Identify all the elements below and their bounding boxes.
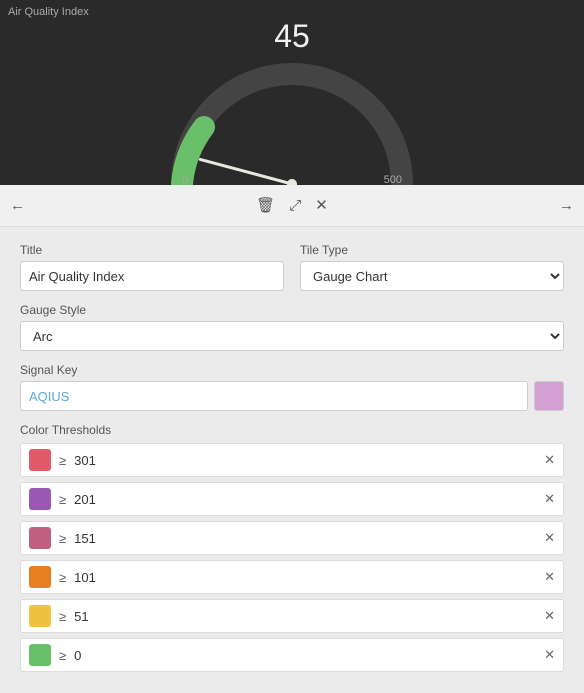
threshold-value-5[interactable] [74, 648, 536, 663]
threshold-value-4[interactable] [74, 609, 536, 624]
signal-key-input[interactable] [20, 381, 528, 411]
threshold-value-1[interactable] [74, 492, 536, 507]
threshold-value-0[interactable] [74, 453, 536, 468]
gauge-container: 0 500 [162, 59, 422, 186]
gauge-style-group: Gauge Style Arc Radial Linear [20, 303, 564, 351]
color-thresholds-section: Color Thresholds ≥ ✕ ≥ ✕ ≥ ✕ ≥ ✕ [20, 423, 564, 672]
back-arrow-icon[interactable]: ← [10, 197, 25, 214]
tile-type-select[interactable]: Gauge Chart Line Chart Bar Chart Pie Cha… [300, 261, 564, 291]
threshold-gte-4: ≥ [59, 609, 66, 624]
threshold-color-0[interactable] [29, 449, 51, 471]
gauge-value: 45 [274, 18, 310, 55]
signal-key-color-swatch[interactable] [534, 381, 564, 411]
gauge-style-row: Gauge Style Arc Radial Linear [20, 303, 564, 351]
threshold-value-2[interactable] [74, 531, 536, 546]
threshold-color-1[interactable] [29, 488, 51, 510]
threshold-item-1: ≥ ✕ [20, 482, 564, 516]
toolbar-right: → [559, 198, 574, 213]
toolbar-center-icons: 🗑 ⤢ ✕ [256, 198, 328, 213]
threshold-remove-3[interactable]: ✕ [544, 569, 555, 585]
gauge-svg [162, 59, 422, 189]
threshold-item-4: ≥ ✕ [20, 599, 564, 633]
threshold-item-0: ≥ ✕ [20, 443, 564, 477]
delete-icon[interactable]: 🗑 [256, 198, 275, 213]
title-input[interactable] [20, 261, 284, 291]
gauge-panel: Air Quality Index 45 0 500 [0, 0, 584, 185]
threshold-gte-0: ≥ [59, 453, 66, 468]
threshold-gte-1: ≥ [59, 492, 66, 507]
threshold-item-2: ≥ ✕ [20, 521, 564, 555]
threshold-color-3[interactable] [29, 566, 51, 588]
threshold-remove-4[interactable]: ✕ [544, 608, 555, 624]
threshold-color-5[interactable] [29, 644, 51, 666]
form-panel: Title Tile Type Gauge Chart Line Chart B… [0, 227, 584, 693]
toolbar: ← 🗑 ⤢ ✕ → [0, 185, 584, 227]
tile-type-group: Tile Type Gauge Chart Line Chart Bar Cha… [300, 243, 564, 291]
threshold-remove-2[interactable]: ✕ [544, 530, 555, 546]
tile-type-label: Tile Type [300, 243, 564, 257]
signal-key-input-row [20, 381, 564, 411]
threshold-item-5: ≥ ✕ [20, 638, 564, 672]
threshold-gte-5: ≥ [59, 648, 66, 663]
signal-key-group: Signal Key [20, 363, 564, 411]
title-tiletype-row: Title Tile Type Gauge Chart Line Chart B… [20, 243, 564, 291]
threshold-remove-0[interactable]: ✕ [544, 452, 555, 468]
threshold-item-3: ≥ ✕ [20, 560, 564, 594]
threshold-remove-5[interactable]: ✕ [544, 647, 555, 663]
expand-icon[interactable]: ⤢ [289, 198, 301, 213]
signal-key-label: Signal Key [20, 363, 564, 377]
title-group: Title [20, 243, 284, 291]
threshold-remove-1[interactable]: ✕ [544, 491, 555, 507]
threshold-color-2[interactable] [29, 527, 51, 549]
close-icon[interactable]: ✕ [315, 198, 328, 213]
gauge-style-select[interactable]: Arc Radial Linear [20, 321, 564, 351]
threshold-color-4[interactable] [29, 605, 51, 627]
signal-key-row: Signal Key [20, 363, 564, 411]
toolbar-left: ← [10, 198, 25, 213]
color-thresholds-label: Color Thresholds [20, 423, 564, 437]
threshold-gte-3: ≥ [59, 570, 66, 585]
threshold-gte-2: ≥ [59, 531, 66, 546]
gauge-title: Air Quality Index [8, 6, 89, 18]
forward-arrow-icon[interactable]: → [559, 197, 574, 214]
gauge-style-label: Gauge Style [20, 303, 564, 317]
threshold-value-3[interactable] [74, 570, 536, 585]
title-label: Title [20, 243, 284, 257]
